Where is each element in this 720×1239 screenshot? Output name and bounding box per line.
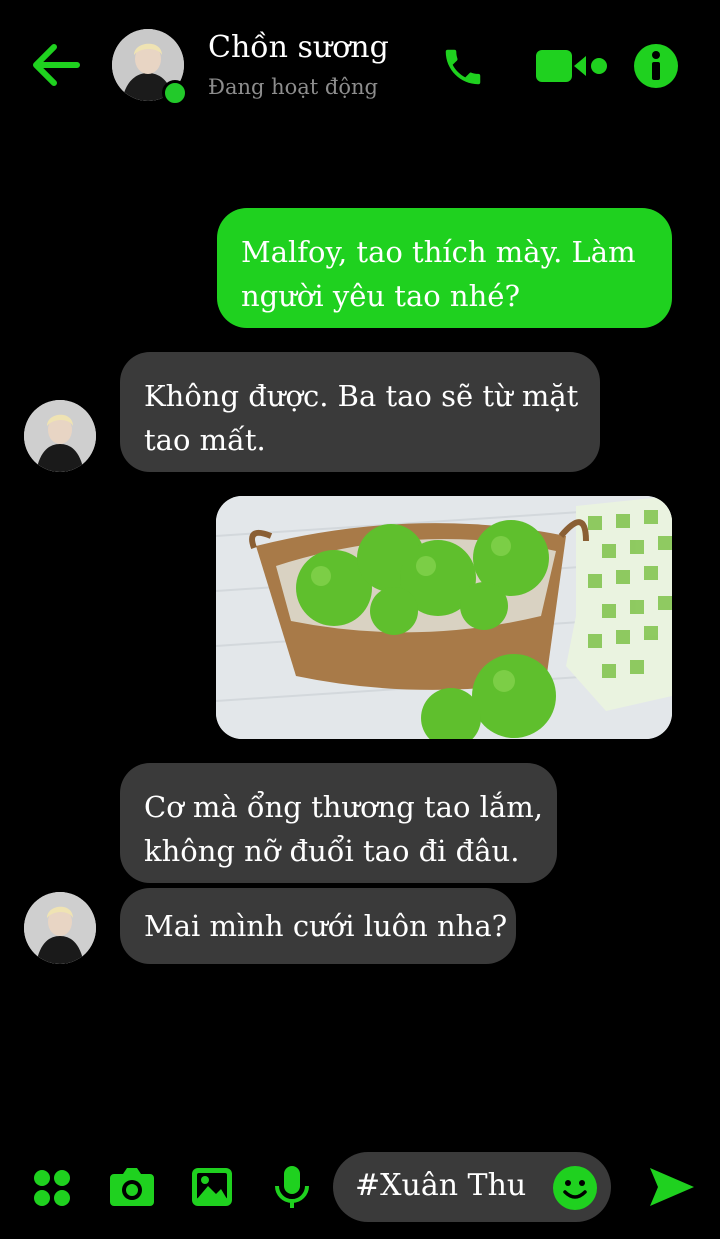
apple-basket-photo[interactable] [216, 496, 672, 739]
sender-avatar[interactable] [24, 400, 96, 472]
contact-name[interactable]: Chồn sương [208, 30, 389, 65]
smiley-icon[interactable] [553, 1166, 597, 1210]
info-icon[interactable] [634, 44, 678, 88]
message-input[interactable]: #Xuân Thu [333, 1152, 611, 1222]
send-icon[interactable] [648, 1164, 696, 1210]
sender-avatar[interactable] [24, 892, 96, 964]
incoming-message-bubble[interactable]: Không được. Ba tao sẽ từ mặt tao mất. [120, 352, 600, 472]
incoming-message-bubble[interactable]: Mai mình cưới luôn nha? [120, 888, 516, 964]
contact-status: Đang hoạt động [208, 75, 378, 99]
phone-icon[interactable] [440, 44, 486, 90]
grid-dots-icon[interactable] [32, 1168, 72, 1208]
microphone-icon[interactable] [272, 1164, 312, 1210]
image-icon[interactable] [190, 1166, 234, 1208]
message-line: không nỡ đuổi tao đi đâu. [144, 834, 520, 868]
video-camera-icon[interactable] [536, 48, 610, 84]
message-line: người yêu tao nhé? [241, 279, 520, 313]
message-line: Không được. Ba tao sẽ từ mặt [144, 379, 579, 413]
incoming-message-bubble[interactable]: Cơ mà ổng thương tao lắm, không nỡ đuổi … [120, 763, 557, 883]
camera-icon[interactable] [108, 1166, 156, 1208]
message-line: Malfoy, tao thích mày. Làm [241, 235, 636, 269]
outgoing-message-bubble[interactable]: Malfoy, tao thích mày. Làm người yêu tao… [217, 208, 672, 328]
back-arrow-icon[interactable] [30, 42, 80, 88]
online-status-indicator [162, 80, 188, 106]
message-line: Cơ mà ổng thương tao lắm, [144, 790, 543, 824]
message-line: Mai mình cưới luôn nha? [144, 909, 508, 943]
message-line: tao mất. [144, 423, 266, 457]
message-input-text[interactable]: #Xuân Thu [355, 1168, 526, 1203]
